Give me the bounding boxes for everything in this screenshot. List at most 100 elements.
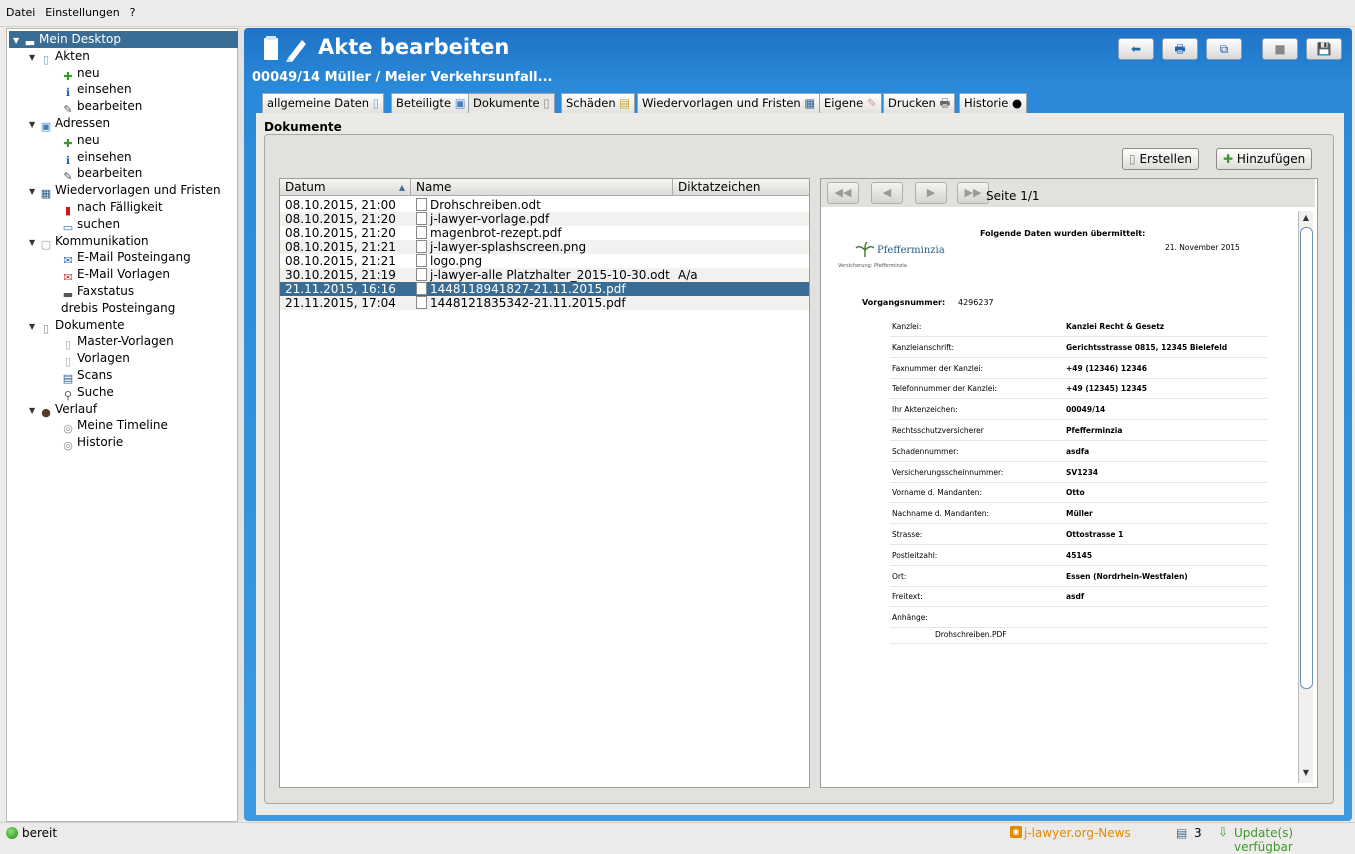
expand-triangle-icon[interactable]: ▼ bbox=[29, 49, 39, 66]
tree-item-16[interactable]: drebis Posteingang bbox=[61, 300, 175, 317]
tree-item-12[interactable]: ▼ ▢ Kommunikation bbox=[29, 233, 149, 251]
table-row[interactable]: 08.10.2015, 21:21 logo.png bbox=[280, 254, 809, 268]
add-document-icon: ✚ bbox=[1223, 152, 1234, 166]
cell-name: 1448121835342-21.11.2015.pdf bbox=[416, 296, 671, 310]
tab-historie[interactable]: Historie ● bbox=[959, 93, 1028, 113]
doc-field-value: SV1234 bbox=[1066, 467, 1099, 477]
tab-beteiligte[interactable]: Beteiligte ▣ bbox=[391, 93, 471, 113]
scroll-thumb[interactable] bbox=[1300, 227, 1313, 689]
tree-item-label: E-Mail Vorlagen bbox=[77, 267, 170, 282]
tree-item-1[interactable]: ▼ ▯ Akten bbox=[29, 48, 90, 66]
file-icon bbox=[416, 282, 427, 295]
news-link[interactable]: j-lawyer.org-News bbox=[1024, 826, 1131, 840]
next-page-icon: ▶ bbox=[926, 186, 936, 199]
column-header-name[interactable]: Name bbox=[411, 179, 673, 196]
expand-triangle-icon[interactable]: ▼ bbox=[29, 116, 39, 133]
calendar-icon: ▦ bbox=[40, 187, 52, 201]
next-page-button[interactable]: ▶ bbox=[915, 182, 947, 204]
first-page-icon: ◀◀ bbox=[834, 186, 852, 199]
expand-triangle-icon[interactable]: ▼ bbox=[29, 402, 39, 419]
expand-triangle-icon[interactable]: ▼ bbox=[29, 234, 39, 251]
damage-icon: ▤ bbox=[619, 96, 631, 110]
tree-item-0[interactable]: ▼ ▬ Mein Desktop bbox=[9, 31, 239, 49]
previous-page-button[interactable]: ◀ bbox=[871, 182, 903, 204]
tab-eigene[interactable]: Eigene ✎ bbox=[819, 93, 882, 113]
column-header-diktatzeichen[interactable]: Diktatzeichen bbox=[673, 179, 809, 196]
expand-triangle-icon[interactable]: ▼ bbox=[13, 32, 23, 49]
doc-field-value: asdf bbox=[1066, 592, 1085, 602]
tree-item-label: Mein Desktop bbox=[39, 32, 121, 46]
tree-item-22[interactable]: ▼ ● Verlauf bbox=[29, 401, 97, 419]
tree-item-11[interactable]: ▭ suchen bbox=[61, 216, 120, 234]
tree-item-label: einsehen bbox=[77, 149, 132, 164]
column-header-datum[interactable]: Datum ▲ bbox=[280, 179, 411, 196]
tree-item-6[interactable]: ✚ neu bbox=[61, 132, 99, 150]
doc-case-label: Vorgangsnummer: bbox=[862, 298, 946, 307]
scan-count: 3 bbox=[1194, 826, 1202, 840]
scroll-down-icon[interactable]: ▼ bbox=[1299, 768, 1313, 777]
tab-schaeden[interactable]: Schäden ▤ bbox=[561, 93, 636, 113]
table-row[interactable]: 30.10.2015, 21:19 j-lawyer-alle Platzhalt… bbox=[280, 268, 809, 282]
tree-item-8[interactable]: ✎ bearbeiten bbox=[61, 165, 142, 183]
add-button[interactable]: ✚ Hinzufügen bbox=[1216, 148, 1313, 170]
doc-field-label: Postleitzahl: bbox=[892, 550, 938, 560]
updates-link[interactable]: Update(s) verfügbar bbox=[1234, 826, 1355, 854]
tab-drucken[interactable]: Drucken 🖶 bbox=[883, 93, 956, 113]
history-icon: ● bbox=[41, 405, 51, 419]
save-button[interactable]: 💾 bbox=[1306, 38, 1342, 60]
file-icon bbox=[416, 268, 427, 281]
tree-item-5[interactable]: ▼ ▣ Adressen bbox=[29, 115, 110, 133]
tree-item-2[interactable]: ✚ neu bbox=[61, 65, 99, 83]
tree-item-23[interactable]: ◎ Meine Timeline bbox=[61, 417, 168, 435]
table-row[interactable]: 08.10.2015, 21:00 Drohschreiben.odt bbox=[280, 198, 809, 212]
documents-table[interactable]: Datum ▲ Name Diktatzeichen 08.10.2015, 21… bbox=[279, 178, 810, 788]
table-row[interactable]: 21.11.2015, 16:16 1448118941827-21.11.201… bbox=[280, 282, 809, 296]
menu-help[interactable]: ? bbox=[130, 0, 136, 19]
tree-item-18[interactable]: ▯ Master-Vorlagen bbox=[61, 333, 174, 351]
create-button[interactable]: ▯ Erstellen bbox=[1122, 148, 1199, 170]
copy-button[interactable]: ⧉ bbox=[1206, 38, 1242, 60]
doc-field-label: Vorname d. Mandanten: bbox=[892, 488, 983, 498]
tree-item-13[interactable]: ✉ E-Mail Posteingang bbox=[61, 249, 190, 267]
first-page-button[interactable]: ◀◀ bbox=[827, 182, 859, 204]
tree-item-20[interactable]: ▤ Scans bbox=[61, 367, 113, 385]
expand-triangle-icon[interactable]: ▼ bbox=[29, 318, 39, 335]
preview-scrollbar[interactable]: ▲ ▼ bbox=[1298, 211, 1313, 783]
menu-datei[interactable]: Datei bbox=[6, 0, 35, 19]
table-row[interactable]: 21.11.2015, 17:04 1448121835342-21.11.201… bbox=[280, 296, 809, 310]
tree-item-label: einsehen bbox=[77, 82, 132, 97]
cell-date: 21.11.2015, 16:16 bbox=[285, 282, 396, 296]
table-row[interactable]: 08.10.2015, 21:21 j-lawyer-splashscreen.p… bbox=[280, 240, 809, 254]
print-button[interactable]: 🖶 bbox=[1162, 38, 1198, 60]
back-button[interactable]: ⬅ bbox=[1118, 38, 1154, 60]
menu-einstellungen[interactable]: Einstellungen bbox=[45, 0, 120, 19]
expand-triangle-icon[interactable]: ▼ bbox=[29, 183, 39, 200]
tree-item-10[interactable]: ▮ nach Fälligkeit bbox=[61, 199, 163, 217]
file-icon bbox=[416, 226, 427, 239]
cell-date: 08.10.2015, 21:21 bbox=[285, 240, 396, 254]
file-icon bbox=[416, 212, 427, 225]
tab-allgemeine-daten[interactable]: allgemeine Daten ▯ bbox=[262, 93, 385, 113]
table-row[interactable]: 08.10.2015, 21:20 j-lawyer-vorlage.pdf bbox=[280, 212, 809, 226]
doc-field-value: Essen (Nordrhein-Westfalen) bbox=[1066, 571, 1188, 581]
last-page-button[interactable]: ▶▶ bbox=[957, 182, 989, 204]
tree-item-24[interactable]: ◎ Historie bbox=[61, 434, 123, 452]
tree-item-15[interactable]: ▬ Faxstatus bbox=[61, 283, 134, 301]
tree-item-9[interactable]: ▼ ▦ Wiedervorlagen und Fristen bbox=[29, 182, 221, 201]
tab-dokumente[interactable]: Dokumente ▯ bbox=[468, 93, 555, 113]
tree-item-14[interactable]: ✉ E-Mail Vorlagen bbox=[61, 266, 170, 284]
status-bar: bereit ◉ j-lawyer.org-News ▤ 3 ⇩ Update(… bbox=[0, 822, 1355, 854]
tree-item-7[interactable]: ℹ einsehen bbox=[61, 149, 132, 167]
last-page-icon: ▶▶ bbox=[964, 186, 982, 199]
tree-item-4[interactable]: ✎ bearbeiten bbox=[61, 98, 142, 116]
doc-field-value: 00049/14 bbox=[1066, 405, 1106, 415]
tab-wiedervorlagen[interactable]: Wiedervorlagen und Fristen ▦ bbox=[637, 93, 821, 113]
tree-item-17[interactable]: ▼ ▯ Dokumente bbox=[29, 317, 125, 335]
tree-item-19[interactable]: ▯ Vorlagen bbox=[61, 350, 130, 368]
tree-item-21[interactable]: ⚲ Suche bbox=[61, 384, 114, 402]
scroll-up-icon[interactable]: ▲ bbox=[1299, 213, 1313, 222]
table-row[interactable]: 08.10.2015, 21:20 magenbrot-rezept.pdf bbox=[280, 226, 809, 240]
scan-count-icon: ▤ bbox=[1176, 826, 1188, 840]
preview-navigation: ◀◀ ◀ ▶ ▶▶ bbox=[821, 179, 1315, 207]
tree-item-3[interactable]: ℹ einsehen bbox=[61, 81, 132, 99]
